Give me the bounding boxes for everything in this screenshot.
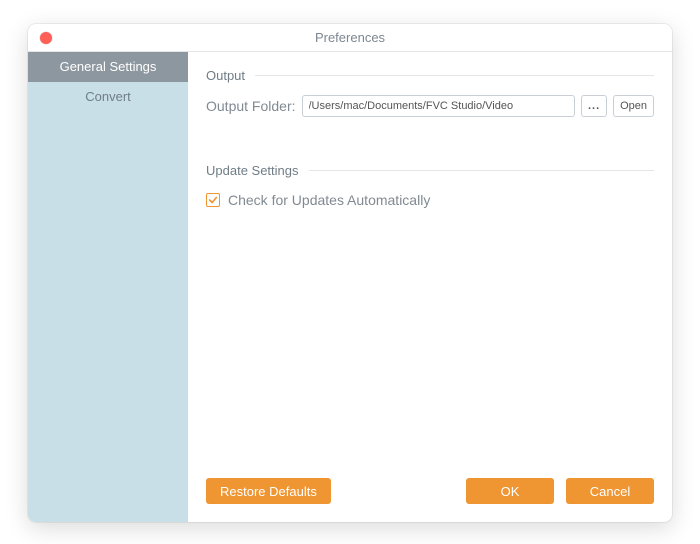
sidebar-item-label: Convert [85,89,131,104]
auto-update-row: Check for Updates Automatically [206,192,654,208]
cancel-button[interactable]: Cancel [566,478,654,504]
section-title-update: Update Settings [206,163,299,178]
update-section-header: Update Settings [206,163,654,178]
window-title: Preferences [28,30,672,45]
section-title-output: Output [206,68,245,83]
output-folder-label: Output Folder: [206,98,296,114]
sidebar-item-convert[interactable]: Convert [28,82,188,112]
open-button[interactable]: Open [613,95,654,117]
auto-update-label: Check for Updates Automatically [228,192,430,208]
sidebar: General Settings Convert [28,52,188,522]
output-folder-input[interactable] [302,95,576,117]
ok-button[interactable]: OK [466,478,554,504]
divider [309,170,654,171]
output-folder-row: Output Folder: ... Open [206,95,654,117]
button-label: Cancel [590,484,630,499]
sidebar-item-label: General Settings [60,59,157,74]
close-icon[interactable] [40,32,52,44]
check-icon [208,195,218,205]
preferences-window: Preferences General Settings Convert Out… [28,24,672,522]
sidebar-item-general-settings[interactable]: General Settings [28,52,188,82]
button-label: OK [501,484,520,499]
divider [255,75,654,76]
button-label: Restore Defaults [220,484,317,499]
open-button-label: Open [620,100,647,112]
output-section-header: Output [206,68,654,83]
window-body: General Settings Convert Output Output F… [28,52,672,522]
main-panel: Output Output Folder: ... Open Update Se… [188,52,672,522]
titlebar: Preferences [28,24,672,52]
restore-defaults-button[interactable]: Restore Defaults [206,478,331,504]
browse-button[interactable]: ... [581,95,607,117]
auto-update-checkbox[interactable] [206,193,220,207]
footer: Restore Defaults OK Cancel [206,468,654,508]
ellipsis-icon: ... [588,100,600,112]
